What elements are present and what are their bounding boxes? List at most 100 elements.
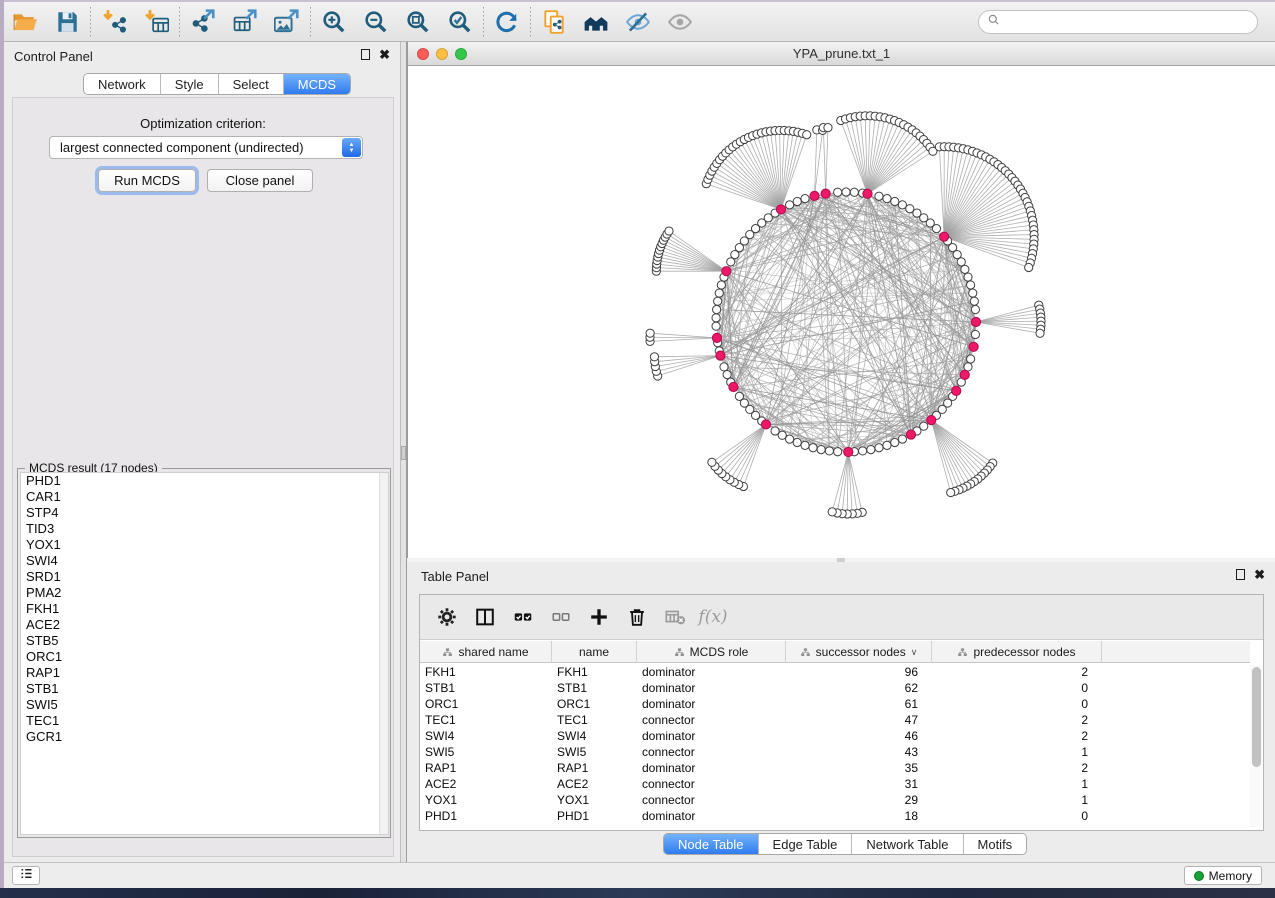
network-node[interactable] [867,446,875,454]
column-header-shared-name[interactable]: shared name [420,641,552,663]
network-node[interactable] [785,435,793,443]
tab-edge-table[interactable]: Edge Table [759,834,853,854]
show-all-columns-button[interactable] [504,599,542,635]
mcds-node[interactable] [729,382,738,391]
mcds-list-item[interactable]: TEC1 [21,713,388,729]
table-row[interactable]: SWI5SWI5connector431 [420,744,1250,760]
zoom-window-button[interactable] [455,48,467,60]
network-node[interactable] [824,124,832,132]
network-node[interactable] [891,197,899,205]
split-view-button[interactable] [466,599,504,635]
network-node[interactable] [971,330,979,338]
network-node[interactable] [932,225,940,233]
network-node[interactable] [957,258,965,266]
network-node[interactable] [898,435,906,443]
network-node[interactable] [717,281,725,289]
table-row[interactable]: RAP1RAP1dominator352 [420,760,1250,776]
network-node[interactable] [1025,263,1033,271]
network-node[interactable] [967,355,975,363]
network-node[interactable] [828,508,836,516]
mcds-list-item[interactable]: STP4 [21,505,388,521]
network-node[interactable] [665,227,673,235]
mcds-list-item[interactable]: STB5 [21,633,388,649]
mcds-list-item[interactable]: SWI4 [21,553,388,569]
table-scrollbar[interactable] [1250,665,1262,827]
hide-selected-button[interactable] [617,4,659,40]
mcds-list-item[interactable]: FKH1 [21,601,388,617]
create-column-button[interactable] [580,599,618,635]
float-panel-icon[interactable] [361,49,370,60]
table-row[interactable]: SWI4SWI4dominator462 [420,728,1250,744]
mcds-list-item[interactable]: GCR1 [21,729,388,745]
export-image-button[interactable] [266,4,308,40]
network-node[interactable] [735,392,743,400]
network-node[interactable] [961,265,969,273]
network-node[interactable] [875,444,883,452]
mcds-list-item[interactable]: RAP1 [21,665,388,681]
mcds-list-item[interactable]: ORC1 [21,649,388,665]
tab-motifs[interactable]: Motifs [964,834,1027,854]
mcds-node[interactable] [712,333,721,342]
mcds-node[interactable] [952,386,961,395]
close-window-button[interactable] [417,48,429,60]
table-row[interactable]: ACE2ACE2connector311 [420,776,1250,792]
network-node[interactable] [891,438,899,446]
search-box[interactable] [978,10,1258,34]
save-session-button[interactable] [46,4,88,40]
optimization-criterion-select[interactable]: largest connected component (undirected)… [49,136,363,159]
delete-column-button[interactable] [618,599,656,635]
mcds-node[interactable] [844,447,853,456]
apply-layout-button[interactable] [486,4,528,40]
network-node[interactable] [793,438,801,446]
column-header-name[interactable]: name [552,641,637,663]
mcds-node[interactable] [716,351,725,360]
table-row[interactable]: FKH1FKH1dominator962 [420,664,1250,680]
mcds-node[interactable] [821,189,830,198]
network-node[interactable] [712,322,720,330]
mcds-node[interactable] [927,416,936,425]
mcds-node[interactable] [971,317,980,326]
zoom-selected-button[interactable] [439,4,481,40]
mcds-node[interactable] [810,191,819,200]
mcds-node[interactable] [969,342,978,351]
first-neighbors-button[interactable] [575,4,617,40]
network-node[interactable] [771,427,779,435]
mcds-node[interactable] [960,370,969,379]
mcds-node[interactable] [863,189,872,198]
mcds-list-item[interactable]: STB1 [21,681,388,697]
zoom-out-button[interactable] [355,4,397,40]
network-node[interactable] [793,197,801,205]
network-node[interactable] [947,488,955,496]
table-row[interactable]: ORC1ORC1dominator610 [420,696,1250,712]
mcds-node[interactable] [722,267,731,276]
network-node[interactable] [875,192,883,200]
mcds-list-item[interactable]: SRD1 [21,569,388,585]
network-node[interactable] [967,281,975,289]
column-header-successor-nodes[interactable]: successor nodes∨ [786,641,932,663]
table-row[interactable]: PHD1PHD1dominator180 [420,808,1250,824]
network-node[interactable] [715,289,723,297]
mcds-list-item[interactable]: PHD1 [21,473,388,489]
network-node[interactable] [720,363,728,371]
network-node[interactable] [723,371,731,379]
network-node[interactable] [964,363,972,371]
table-row[interactable]: STB1STB1dominator620 [420,680,1250,696]
zoom-fit-button[interactable] [397,4,439,40]
network-node[interactable] [898,201,906,209]
network-node[interactable] [834,448,842,456]
mcds-node[interactable] [906,430,915,439]
network-node[interactable] [714,297,722,305]
network-window-titlebar[interactable]: YPA_prune.txt_1 [408,42,1275,66]
mcds-list-item[interactable]: CAR1 [21,489,388,505]
tab-mcds[interactable]: MCDS [284,74,350,94]
network-node[interactable] [817,446,825,454]
network-node[interactable] [964,273,972,281]
network-node[interactable] [883,441,891,449]
open-file-button[interactable] [4,4,46,40]
network-node[interactable] [712,314,720,322]
table-scrollbar-thumb[interactable] [1252,667,1261,767]
network-node[interactable] [713,305,721,313]
delete-table-button[interactable] [656,599,694,635]
float-panel-icon[interactable] [1236,569,1245,580]
close-panel-icon[interactable]: ✖ [379,49,390,60]
